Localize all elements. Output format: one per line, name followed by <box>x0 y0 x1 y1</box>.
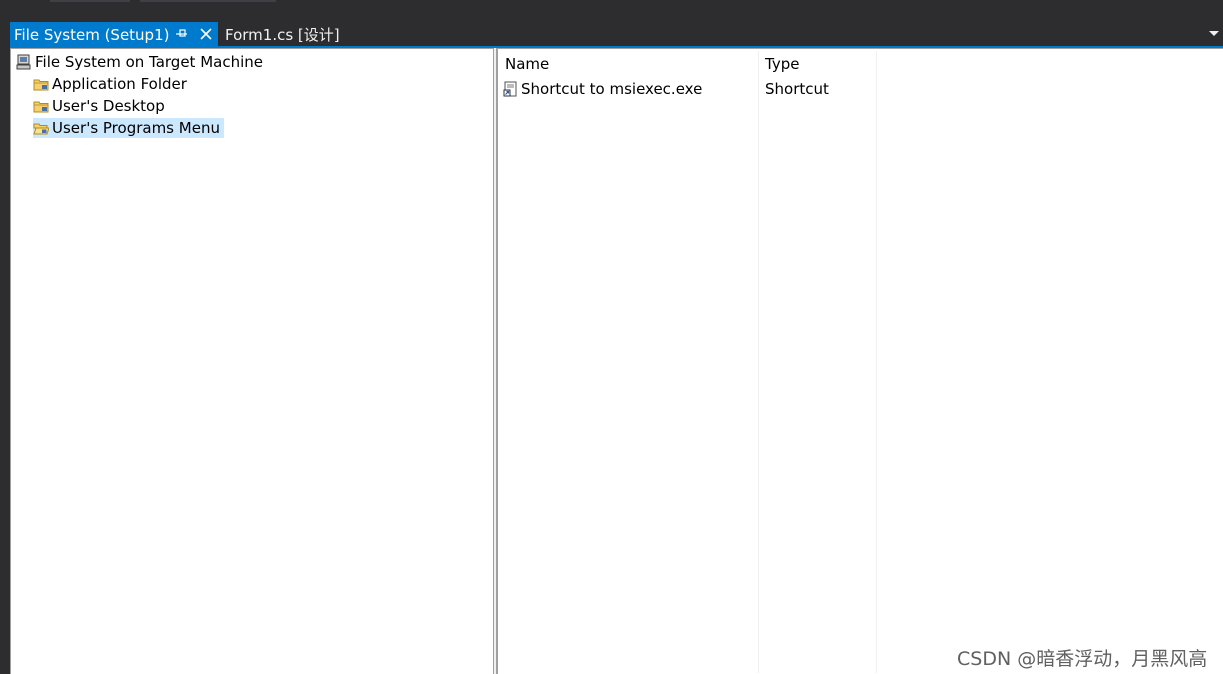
tree-item-label: User's Programs Menu <box>52 119 220 137</box>
toolbar-ghost-2 <box>140 0 276 2</box>
column-separator[interactable] <box>758 51 759 673</box>
document-tab-bar: File System (Setup1) Form1.cs [设计] <box>0 20 1223 47</box>
chevron-down-icon[interactable] <box>1208 30 1220 38</box>
tab-form1-design-label: Form1.cs [设计] <box>225 26 340 44</box>
row-type-cell: Shortcut <box>765 78 829 100</box>
folder-tree-pane: File System on Target Machine Applicatio… <box>10 48 493 674</box>
file-list-pane: Name Type Shortcut to msiexec.exe Shortc… <box>497 48 1223 674</box>
tab-file-system-label: File System (Setup1) <box>14 25 170 44</box>
toolbar-ghost-1 <box>50 0 130 2</box>
row-name: Shortcut to msiexec.exe <box>521 80 703 98</box>
column-separator[interactable] <box>876 51 877 673</box>
computer-icon <box>16 54 31 70</box>
tree-item-label: Application Folder <box>52 75 187 93</box>
column-header-type-label: Type <box>765 55 800 73</box>
tree-root-label: File System on Target Machine <box>35 53 263 71</box>
tree-root-item[interactable]: File System on Target Machine <box>16 52 263 72</box>
tab-form1-design[interactable]: Form1.cs [设计] <box>225 22 340 47</box>
title-strip <box>0 0 1223 20</box>
tree-item-application-folder[interactable]: Application Folder <box>33 74 187 94</box>
row-type: Shortcut <box>765 80 829 98</box>
tree-item-users-programs-menu[interactable]: User's Programs Menu <box>33 118 224 138</box>
close-icon[interactable] <box>198 26 214 42</box>
open-folder-icon <box>33 123 49 135</box>
tree-item-label: User's Desktop <box>52 97 165 115</box>
left-gutter <box>0 48 10 674</box>
tab-file-system[interactable]: File System (Setup1) <box>10 22 218 47</box>
tree-item-users-desktop[interactable]: User's Desktop <box>33 96 165 116</box>
pin-icon[interactable] <box>175 27 189 41</box>
table-row[interactable]: Shortcut to msiexec.exe <box>503 78 702 100</box>
column-header-type[interactable]: Type <box>765 52 799 76</box>
folder-icon <box>33 101 49 113</box>
column-header-name[interactable]: Name <box>505 52 549 76</box>
watermark: CSDN @暗香浮动，月黑风高 <box>957 648 1208 670</box>
column-header-name-label: Name <box>505 55 550 73</box>
shortcut-icon <box>503 81 517 97</box>
folder-icon <box>33 79 49 91</box>
